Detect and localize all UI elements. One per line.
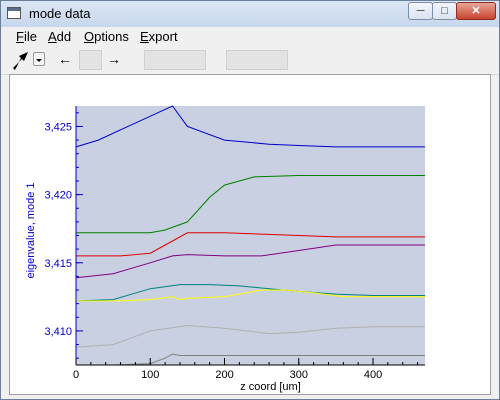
y-tick-label: 3,410	[44, 326, 72, 338]
title-bar[interactable]: mode data ─ □ ✕	[1, 1, 499, 27]
x-tick-label: 0	[73, 369, 79, 381]
menu-bar: File Add Options Export	[1, 27, 499, 46]
menu-options[interactable]: Options	[84, 29, 129, 44]
menu-add[interactable]: Add	[48, 29, 71, 44]
minimize-button[interactable]: ─	[408, 2, 433, 20]
window-title: mode data	[29, 6, 91, 21]
y-axis-label: eigenvalue, mode 1	[25, 182, 37, 278]
x-tick-label: 400	[364, 369, 382, 381]
y-tick-label: 3,415	[44, 258, 72, 270]
back-arrow-icon[interactable]: ←	[58, 51, 72, 67]
y-tick-label: 3,425	[44, 121, 72, 133]
x-axis-label: z coord [um]	[240, 381, 301, 393]
x-tick-label: 300	[290, 369, 308, 381]
toolbar-field-2[interactable]	[144, 50, 206, 70]
toolbar-field-3[interactable]	[226, 50, 288, 70]
menu-export[interactable]: Export	[140, 29, 178, 44]
maximize-button[interactable]: □	[432, 2, 457, 20]
plot-panel: 3,410 3,415 3,420 3,425 0 100 200 300 400 eigenv…	[9, 74, 491, 395]
close-button[interactable]: ✕	[456, 2, 496, 20]
toolbar: ← →	[1, 46, 499, 75]
toolbar-field-1[interactable]	[79, 50, 102, 70]
plot-background	[76, 106, 425, 365]
forward-arrow-icon[interactable]: →	[107, 51, 121, 67]
app-window: mode data ─ □ ✕ File Add Options Export …	[0, 0, 500, 400]
x-tick-label: 100	[141, 369, 159, 381]
eigenvalue-chart[interactable]: 3,410 3,415 3,420 3,425 0 100 200 300 400 eigenv…	[10, 75, 490, 394]
tool-dropdown-button[interactable]	[33, 52, 45, 66]
x-tick-label: 200	[215, 369, 233, 381]
menu-file[interactable]: File	[16, 29, 37, 44]
app-window-icon	[7, 7, 21, 19]
y-tick-label: 3,420	[44, 190, 72, 202]
